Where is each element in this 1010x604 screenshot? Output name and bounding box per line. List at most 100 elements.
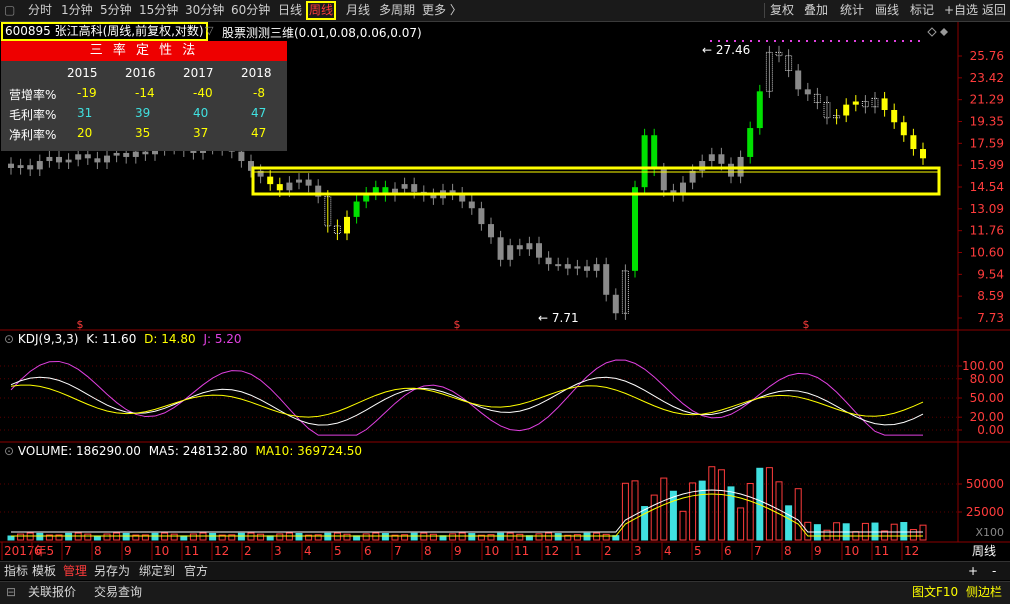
candle-body: [804, 89, 811, 95]
price-axis-label: 15.99: [970, 158, 1004, 172]
fuquan-button[interactable]: 复权: [770, 3, 794, 18]
add-icon[interactable]: +: [968, 564, 978, 579]
draw-line-button[interactable]: 画线: [875, 3, 899, 18]
volume-bar: [900, 522, 908, 541]
tab-multi-period[interactable]: 多周期: [379, 3, 415, 18]
kdj-collapse-icon[interactable]: ⊙: [4, 332, 18, 346]
tab-30min[interactable]: 30分钟: [185, 3, 224, 18]
kdj-axis-label: 80.00: [970, 372, 1004, 386]
three-rate-title: 三 率 定 性 法: [1, 41, 287, 61]
time-axis-label: 12: [904, 544, 919, 558]
tab-60min[interactable]: 60分钟: [231, 3, 270, 18]
time-axis-label: 5: [694, 544, 702, 558]
time-axis-label: 12: [544, 544, 559, 558]
volume-ma10: MA10: 369724.50: [255, 444, 363, 458]
price-axis-label: 8.59: [977, 289, 1004, 303]
kdj-title[interactable]: KDJ(9,3,3): [18, 332, 79, 346]
tab-template[interactable]: 模板: [32, 564, 56, 579]
tab-1min[interactable]: 1分钟: [61, 3, 93, 18]
candle-body: [132, 151, 139, 157]
tab-save-as[interactable]: 另存为: [94, 564, 130, 579]
candle-body: [507, 245, 514, 260]
row-label-net-margin: 净利率%: [9, 128, 57, 142]
price-axis-label: 23.42: [970, 71, 1004, 85]
time-axis-label: 10: [154, 544, 169, 558]
candle-body: [651, 135, 658, 170]
volume-bar: [381, 533, 389, 541]
price-axis-label: 13.09: [970, 202, 1004, 216]
candle-body: [881, 98, 888, 111]
candle-body: [296, 179, 302, 183]
status-bar: ⊟ 关联报价 交易查询 图文F10 侧边栏: [0, 581, 1010, 604]
overlay-button[interactable]: 叠加: [804, 3, 828, 18]
indicator-title[interactable]: 股票测测三维(0.01,0.08,0.06,0.07): [222, 24, 422, 41]
time-axis-label: 9: [124, 544, 132, 558]
volume-bar: [324, 532, 332, 541]
candle-body: [238, 151, 245, 162]
time-axis-label: 2017年5: [4, 544, 54, 558]
minus-icon[interactable]: -: [992, 564, 996, 579]
tab-indicator[interactable]: 指标: [4, 564, 28, 579]
volume-axis-label: 25000: [966, 505, 1004, 519]
tab-5min[interactable]: 5分钟: [100, 3, 132, 18]
candle-body: [536, 243, 542, 258]
volume-unit-label: X100: [975, 526, 1004, 539]
price-axis-label: 11.76: [970, 224, 1004, 238]
time-axis-label: 9: [454, 544, 462, 558]
year-header: 2018: [241, 66, 272, 80]
candle-body: [545, 257, 552, 265]
tab-daily[interactable]: 日线: [278, 3, 302, 18]
stats-button[interactable]: 统计: [840, 3, 864, 18]
table-cell: 40: [193, 106, 209, 120]
tab-official[interactable]: 官方: [184, 564, 208, 579]
candle-body: [305, 179, 312, 186]
candle-body: [276, 184, 283, 191]
f10-button[interactable]: 图文F10: [912, 585, 958, 600]
time-axis-label: 12: [214, 544, 229, 558]
trade-query-button[interactable]: 交易查询: [94, 585, 142, 600]
three-rate-panel: 三 率 定 性 法 2015 2016 2017 2018 营增率% -19 -…: [1, 41, 287, 151]
expand-icon[interactable]: ⊟: [6, 585, 16, 600]
candle-body: [795, 70, 802, 90]
candle-body: [612, 294, 619, 314]
time-axis-label: 4: [664, 544, 672, 558]
linked-quote-button[interactable]: 关联报价: [28, 585, 76, 600]
table-cell: -14: [135, 86, 155, 100]
row-label-gross-margin: 毛利率%: [9, 108, 57, 122]
candle-body: [84, 154, 91, 159]
add-watchlist-button[interactable]: +自选: [944, 3, 978, 18]
table-cell: -8: [253, 86, 265, 100]
collapse-icon[interactable]: ▽: [205, 24, 213, 37]
sidebar-button[interactable]: 侧边栏: [966, 585, 1002, 600]
tab-more[interactable]: 更多 〉: [422, 3, 462, 18]
volume-bar: [237, 532, 245, 541]
price-axis-label: 9.54: [977, 267, 1004, 281]
volume-ma5: MA5: 248132.80: [148, 444, 248, 458]
dividend-marker: $: [803, 318, 810, 331]
candle-body: [516, 245, 523, 250]
tab-15min[interactable]: 15分钟: [139, 3, 178, 18]
volume-bar: [180, 535, 188, 541]
tab-bind-to[interactable]: 绑定到: [139, 564, 175, 579]
candle-body: [564, 264, 571, 269]
toolbar-divider: [764, 3, 765, 18]
mark-button[interactable]: 标记: [910, 3, 934, 18]
kdj-d-value: D: 14.80: [144, 332, 196, 346]
volume-collapse-icon[interactable]: ⊙: [4, 444, 18, 458]
time-axis-label: 1: [574, 544, 582, 558]
volume-title[interactable]: VOLUME: 186290.00: [18, 444, 141, 458]
volume-bar: [151, 532, 159, 541]
candle-body: [65, 159, 72, 163]
time-axis-label: 11: [874, 544, 889, 558]
back-button[interactable]: 返回: [982, 3, 1006, 18]
tab-fenshi[interactable]: 分时: [28, 3, 52, 18]
window-icon[interactable]: ▢: [4, 3, 15, 18]
tab-manage[interactable]: 管理: [63, 564, 87, 579]
time-axis-label: 8: [94, 544, 102, 558]
time-axis-label: 3: [634, 544, 642, 558]
candle-body: [718, 154, 725, 164]
volume-bar: [583, 532, 591, 541]
tab-weekly[interactable]: 周线: [306, 1, 337, 20]
tab-monthly[interactable]: 月线: [346, 3, 370, 18]
dividend-marker: $: [77, 318, 84, 331]
